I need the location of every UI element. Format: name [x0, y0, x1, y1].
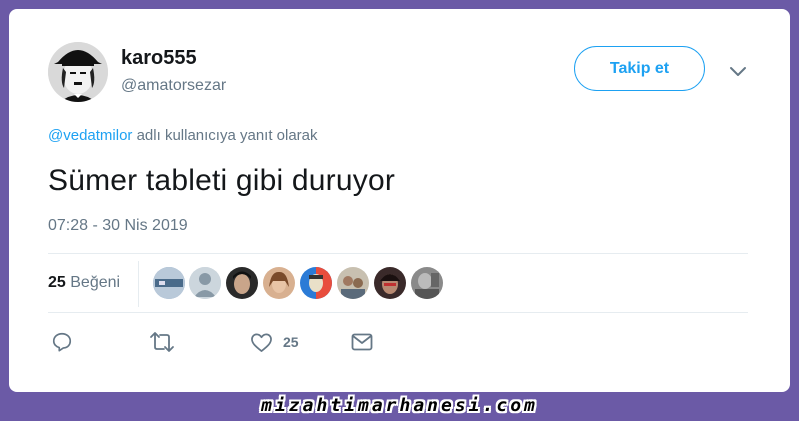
- like-button[interactable]: 25: [250, 329, 299, 355]
- follow-button[interactable]: Takip et: [574, 46, 705, 91]
- envelope-icon: [351, 333, 373, 351]
- chevron-down-icon[interactable]: [729, 64, 747, 78]
- tweet-timestamp[interactable]: 07:28 - 30 Nis 2019: [48, 217, 188, 235]
- divider: [48, 253, 748, 254]
- reply-mention-link[interactable]: @vedatmilor: [48, 127, 132, 144]
- liker-avatar[interactable]: [374, 267, 406, 299]
- avatar[interactable]: [48, 42, 108, 102]
- reply-button[interactable]: [51, 329, 73, 355]
- tweet-text: Sümer tableti gibi duruyor: [48, 164, 396, 197]
- tweet-card: karo555 @amatorsezar Takip et @vedatmilo…: [9, 9, 790, 392]
- reply-context-text: adlı kullanıcıya yanıt olarak: [132, 127, 318, 144]
- liker-avatar[interactable]: [189, 267, 221, 299]
- heart-icon: [251, 333, 272, 352]
- retweet-button[interactable]: [149, 329, 175, 355]
- watermark: mizahtimarhanesi.com: [261, 395, 538, 416]
- liker-avatar[interactable]: [300, 267, 332, 299]
- likes-number: 25: [48, 274, 66, 291]
- user-handle[interactable]: @amatorsezar: [121, 77, 226, 95]
- liker-avatar[interactable]: [411, 267, 443, 299]
- stats-separator: [138, 261, 139, 307]
- liker-avatar[interactable]: [263, 267, 295, 299]
- divider: [48, 312, 748, 313]
- direct-message-button[interactable]: [351, 329, 373, 355]
- liker-avatar[interactable]: [153, 267, 185, 299]
- display-name[interactable]: karo555: [121, 47, 197, 70]
- likes-summary[interactable]: 25 Beğeni: [48, 274, 120, 292]
- like-count: 25: [283, 334, 299, 350]
- likes-label: Beğeni: [70, 274, 121, 291]
- reply-context: @vedatmilor adlı kullanıcıya yanıt olara…: [48, 127, 318, 144]
- liker-avatar[interactable]: [337, 267, 369, 299]
- retweet-icon: [150, 332, 174, 352]
- liker-avatar[interactable]: [226, 267, 258, 299]
- avatar-image: [48, 42, 108, 102]
- reply-icon: [52, 332, 72, 352]
